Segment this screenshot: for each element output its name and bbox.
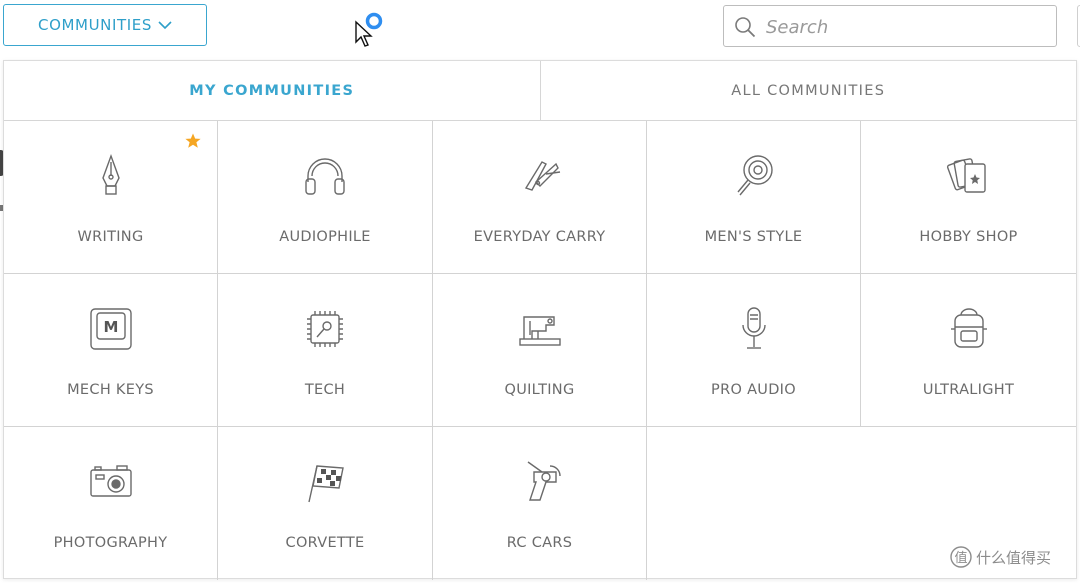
- community-tile-rc-cars[interactable]: RC CARS: [433, 427, 647, 580]
- svg-text:值: 值: [954, 550, 967, 566]
- camera-icon: [89, 465, 132, 497]
- community-label: RC CARS: [506, 535, 573, 551]
- favorite-star-icon[interactable]: [185, 133, 201, 149]
- tab-my-communities[interactable]: MY COMMUNITIES: [4, 61, 540, 120]
- community-label: EVERYDAY CARRY: [473, 229, 606, 245]
- community-tile-ultralight[interactable]: ULTRALIGHT: [861, 274, 1076, 427]
- microphone-icon: [741, 307, 766, 349]
- keycap-icon: M: [89, 308, 132, 350]
- community-grid: WRITING AUDIOPHILE EVERYDAY CARRY MEN'S …: [4, 121, 1076, 580]
- svg-text:M: M: [103, 318, 118, 336]
- chevron-down-icon: [158, 20, 172, 29]
- playing-cards-icon: [946, 158, 986, 193]
- community-label: MEN'S STYLE: [704, 229, 803, 245]
- community-tile-quilting[interactable]: QUILTING: [433, 274, 647, 427]
- communities-panel: MY COMMUNITIES ALL COMMUNITIES WRITING A…: [3, 60, 1077, 580]
- community-tabs: MY COMMUNITIES ALL COMMUNITIES: [4, 61, 1076, 121]
- community-tile-audiophile[interactable]: AUDIOPHILE: [218, 121, 433, 274]
- community-label: WRITING: [77, 229, 144, 245]
- microchip-icon: [307, 311, 343, 347]
- search-icon: [735, 17, 756, 38]
- community-label: MECH KEYS: [67, 382, 154, 398]
- community-tile-mens-style[interactable]: MEN'S STYLE: [647, 121, 861, 274]
- checkered-flag-icon: [308, 465, 344, 503]
- search-box[interactable]: [723, 5, 1057, 47]
- community-label: TECH: [304, 382, 346, 398]
- community-tile-mech-keys[interactable]: M MECH KEYS: [4, 274, 218, 427]
- community-tile-hobby-shop[interactable]: HOBBY SHOP: [861, 121, 1076, 274]
- pocket-knife-icon: [524, 161, 560, 191]
- community-tile-everyday-carry[interactable]: EVERYDAY CARRY: [433, 121, 647, 274]
- communities-dropdown-button[interactable]: COMMUNITIES: [3, 4, 207, 46]
- watch-icon: [736, 155, 773, 196]
- community-tile-pro-audio[interactable]: PRO AUDIO: [647, 274, 861, 427]
- community-label: PRO AUDIO: [711, 382, 796, 398]
- community-tile-tech[interactable]: TECH: [218, 274, 433, 427]
- community-tile-writing[interactable]: WRITING: [4, 121, 218, 274]
- watermark-text: 什么值得买: [976, 548, 1052, 567]
- search-input[interactable]: [764, 10, 1048, 44]
- headphones-icon: [305, 158, 345, 195]
- watermark: 值 什么值得买: [950, 546, 1051, 568]
- community-label: ULTRALIGHT: [922, 382, 1015, 398]
- watermark-logo-icon: 值: [950, 546, 972, 568]
- community-tile-corvette[interactable]: CORVETTE: [218, 427, 433, 580]
- backpack-icon: [950, 308, 987, 348]
- community-label: PHOTOGRAPHY: [53, 535, 168, 551]
- fountain-pen-icon: [101, 153, 120, 195]
- communities-label: COMMUNITIES: [38, 16, 152, 34]
- community-label: AUDIOPHILE: [279, 229, 371, 245]
- community-label: QUILTING: [504, 382, 575, 398]
- community-label: HOBBY SHOP: [919, 229, 1018, 245]
- community-tile-photography[interactable]: PHOTOGRAPHY: [4, 427, 218, 580]
- tab-all-communities[interactable]: ALL COMMUNITIES: [539, 61, 1077, 120]
- mouse-cursor-icon: [355, 12, 383, 47]
- sewing-machine-icon: [518, 316, 561, 346]
- rc-controller-icon: [527, 461, 561, 501]
- community-label: CORVETTE: [285, 535, 365, 551]
